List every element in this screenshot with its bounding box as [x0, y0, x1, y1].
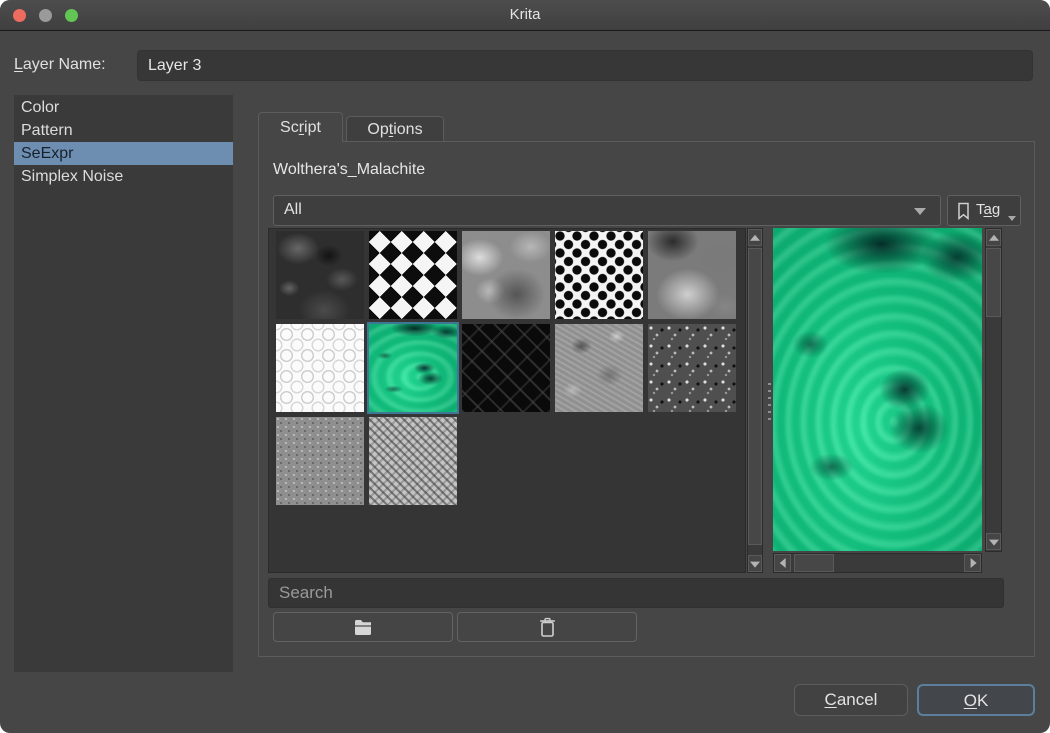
- pattern-grid: [268, 228, 746, 573]
- chevron-down-icon: [914, 208, 926, 215]
- list-item-pattern[interactable]: Pattern: [14, 119, 233, 142]
- triangle-down-icon: [989, 539, 999, 545]
- triangle-right-icon: [970, 558, 976, 568]
- tag-button-label: Tag: [976, 201, 1000, 218]
- pattern-thumb-gray-weave[interactable]: [369, 417, 457, 505]
- grid-vertical-scrollbar[interactable]: [747, 228, 763, 573]
- layer-name-input[interactable]: [137, 50, 1033, 81]
- preview-horizontal-scrollbar[interactable]: [773, 553, 982, 573]
- scroll-up-button[interactable]: [748, 229, 762, 246]
- layer-name-label: Layer Name:: [14, 56, 106, 74]
- trash-icon: [539, 617, 556, 638]
- pattern-thumb-halftone-dots[interactable]: [555, 231, 643, 319]
- pattern-thumb-gray-stone[interactable]: [555, 324, 643, 412]
- tag-button[interactable]: Tag: [947, 195, 1021, 226]
- scroll-left-button[interactable]: [774, 554, 791, 572]
- splitter-handle[interactable]: [768, 383, 771, 423]
- scroll-down-button[interactable]: [748, 555, 762, 572]
- triangle-down-icon: [750, 561, 760, 567]
- pattern-thumb-white-rings[interactable]: [276, 324, 364, 412]
- ok-button[interactable]: OK: [917, 684, 1035, 716]
- tag-filter-value: All: [284, 201, 302, 219]
- scroll-right-button[interactable]: [964, 554, 981, 572]
- tag-filter-combobox[interactable]: All: [273, 195, 941, 226]
- window-title: Krita: [0, 6, 1050, 23]
- list-item-seexpr[interactable]: SeExpr: [14, 142, 233, 165]
- delete-resource-button[interactable]: [457, 612, 637, 642]
- pattern-preview: [773, 228, 982, 551]
- pattern-chooser: [268, 228, 1002, 573]
- scrollbar-thumb[interactable]: [986, 248, 1001, 317]
- pattern-thumb-gray-smoke[interactable]: [648, 231, 736, 319]
- tab-script[interactable]: Script: [258, 112, 343, 142]
- resource-name: Wolthera's_Malachite: [273, 161, 425, 179]
- bookmark-icon: [957, 202, 970, 220]
- pattern-thumb-dark-maze[interactable]: [462, 324, 550, 412]
- pattern-thumb-green-malachite[interactable]: [369, 324, 457, 412]
- scrollbar-thumb[interactable]: [794, 554, 834, 572]
- import-resource-button[interactable]: [273, 612, 453, 642]
- fill-layer-dialog: Krita Layer Name: Color Pattern SeExpr S…: [0, 0, 1050, 733]
- triangle-up-icon: [989, 234, 999, 240]
- pattern-thumb-dark-marble[interactable]: [276, 231, 364, 319]
- scroll-down-button[interactable]: [986, 533, 1001, 550]
- triangle-left-icon: [779, 558, 785, 568]
- fill-source-list: Color Pattern SeExpr Simplex Noise: [14, 95, 233, 672]
- tab-options[interactable]: Options: [346, 116, 444, 142]
- triangle-up-icon: [750, 234, 760, 240]
- pattern-thumb-fine-grain[interactable]: [276, 417, 364, 505]
- pattern-thumb-gray-speckle[interactable]: [648, 324, 736, 412]
- pattern-thumb-bw-triangles[interactable]: [369, 231, 457, 319]
- preview-vertical-scrollbar[interactable]: [985, 228, 1002, 552]
- list-item-color[interactable]: Color: [14, 96, 233, 119]
- folder-icon: [353, 619, 373, 636]
- scroll-up-button[interactable]: [986, 229, 1001, 246]
- list-item-simplex-noise[interactable]: Simplex Noise: [14, 165, 233, 188]
- scrollbar-thumb[interactable]: [748, 248, 762, 545]
- search-input[interactable]: [268, 578, 1004, 608]
- chevron-down-icon: [1008, 216, 1016, 221]
- pattern-thumb-gray-clouds[interactable]: [462, 231, 550, 319]
- cancel-button[interactable]: Cancel: [794, 684, 908, 716]
- title-bar[interactable]: Krita: [0, 0, 1050, 31]
